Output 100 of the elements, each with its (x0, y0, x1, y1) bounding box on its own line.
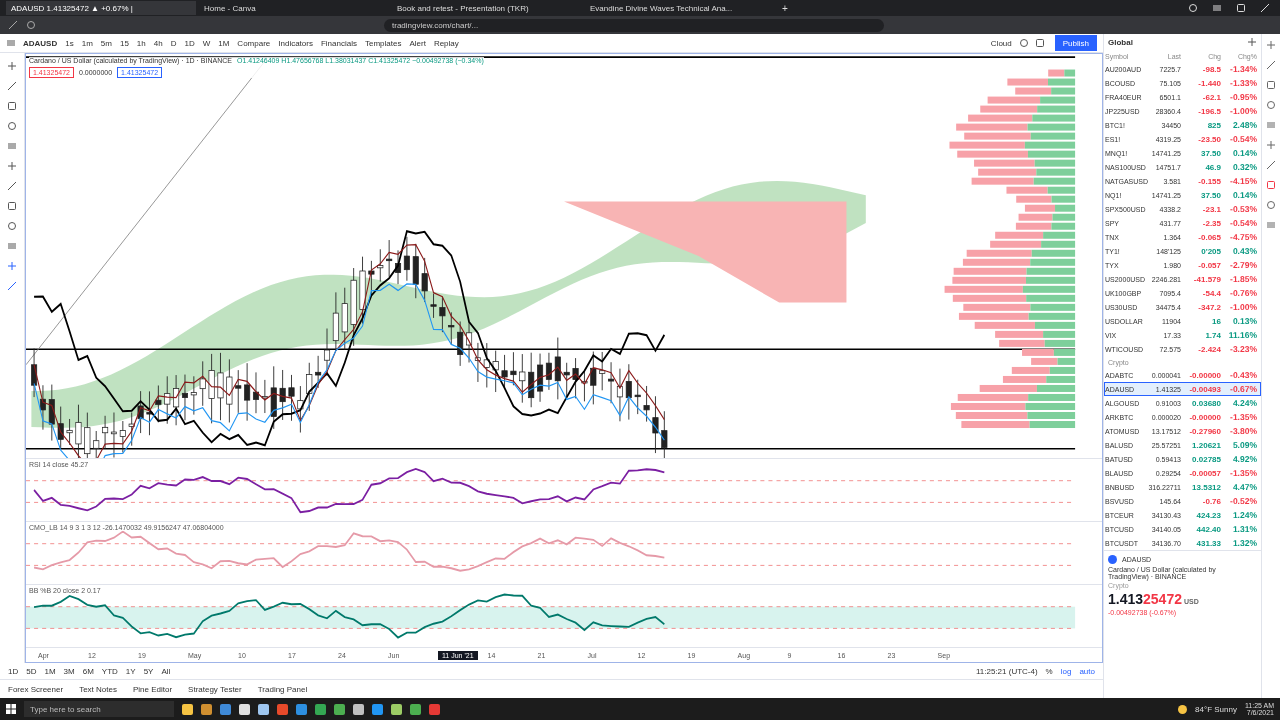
maximize-icon[interactable] (1236, 3, 1246, 13)
interval-button[interactable]: 1D (183, 38, 196, 48)
symbol-button[interactable]: ADAUSD (22, 38, 59, 48)
change-value: -0.00057 (1188, 468, 1222, 478)
app-icon[interactable] (372, 703, 383, 715)
range-button[interactable]: 5D (26, 666, 37, 676)
browser-tab[interactable]: Book and retest - Presentation (TKR) (392, 1, 582, 15)
change-value: 825 (1206, 120, 1222, 130)
change-value: 13.5312 (1191, 482, 1222, 492)
change-percent: -1.00% (1229, 302, 1258, 312)
change-value: -23.50 (1197, 134, 1222, 144)
change-value: -0.27960 (1188, 426, 1222, 436)
panel-tab[interactable]: Text Notes (79, 684, 117, 694)
range-button[interactable]: 1D (8, 666, 19, 676)
trend-line-icon[interactable] (7, 81, 17, 91)
profile-icon[interactable] (1188, 3, 1198, 13)
change-percent: -1.00% (1229, 106, 1258, 116)
range-button[interactable]: 3M (63, 666, 75, 676)
panel-tab[interactable]: Pine Editor (132, 684, 173, 694)
address-bar[interactable]: tradingview.com/chart/... (384, 18, 884, 32)
publish-button[interactable]: Publish (1054, 35, 1097, 51)
panel-tab[interactable]: Strategy Tester (188, 684, 242, 694)
change-value: 431.33 (1195, 538, 1222, 548)
change-percent: 2.48% (1231, 120, 1258, 130)
change-value: 16 (1211, 316, 1222, 326)
app-icon[interactable] (391, 703, 402, 715)
change-percent: 4.24% (1231, 398, 1258, 408)
watchlist-name[interactable]: Global (1108, 37, 1133, 47)
app-icon[interactable] (239, 703, 250, 715)
crosshair-icon[interactable] (7, 61, 17, 71)
range-button[interactable]: 1Y (125, 666, 136, 676)
change-value: -62.1 (1201, 92, 1222, 102)
new-tab-button[interactable]: + (778, 2, 792, 14)
app-icon[interactable] (334, 703, 345, 715)
change-percent: -0.67% (1229, 384, 1258, 394)
change-percent: -0.76% (1229, 288, 1258, 298)
change-value: -23.1 (1201, 204, 1222, 214)
change-value: 0'205 (1200, 246, 1222, 256)
browser-tab[interactable]: Home - Canva (199, 1, 389, 15)
weather-text[interactable]: 84°F Sunny (1195, 704, 1237, 714)
app-icon[interactable] (182, 703, 193, 715)
range-button[interactable]: YTD (101, 666, 118, 676)
panel-tab[interactable]: Forex Screener (8, 684, 64, 694)
taskbar-search[interactable]: Type here to search (24, 701, 174, 717)
toolbar-button[interactable]: Alert (408, 38, 427, 48)
change-value: -54.4 (1201, 288, 1222, 298)
clock-icon[interactable] (1266, 100, 1276, 110)
change-percent: -0.54% (1229, 134, 1258, 144)
app-icon[interactable] (410, 703, 421, 715)
app-icon[interactable] (258, 703, 269, 715)
change-value: -196.5 (1197, 106, 1222, 116)
interval-button[interactable]: 1m (80, 38, 94, 48)
change-value: 1.74 (1204, 330, 1222, 340)
add-icon[interactable] (1247, 37, 1257, 47)
panel-tab[interactable]: Trading Panel (257, 684, 308, 694)
layout-button[interactable]: Cloud (989, 38, 1013, 48)
app-icon[interactable] (315, 703, 326, 715)
coin-icon (1108, 555, 1117, 564)
interval-button[interactable]: 1M (217, 38, 231, 48)
interval-button[interactable]: 1s (64, 38, 75, 48)
toolbar-button[interactable]: Compare (236, 38, 272, 48)
toolbar-button[interactable]: Templates (363, 38, 403, 48)
change-percent: 5.09% (1231, 440, 1258, 450)
change-percent: -1.35% (1229, 412, 1258, 422)
scale-button[interactable]: log (1060, 666, 1072, 676)
change-value: -1.440 (1197, 78, 1222, 88)
interval-button[interactable]: 15 (118, 38, 130, 48)
windows-logo-icon[interactable] (6, 704, 16, 714)
interval-button[interactable]: 5m (99, 38, 113, 48)
interval-button[interactable]: W (201, 38, 212, 48)
change-value: -347.2 (1197, 302, 1222, 312)
change-value: -2.35 (1201, 218, 1222, 228)
change-percent: -0.52% (1229, 496, 1258, 506)
scale-button[interactable]: auto (1079, 666, 1095, 676)
app-icon[interactable] (353, 703, 364, 715)
change-percent: -3.80% (1229, 426, 1258, 436)
change-value: -41.579 (1192, 274, 1222, 284)
change-percent: 0.43% (1231, 246, 1258, 256)
toolbar-button[interactable]: Indicators (277, 38, 314, 48)
change-percent: -0.43% (1229, 370, 1258, 380)
range-button[interactable]: 1M (44, 666, 56, 676)
toolbar-button[interactable]: Financials (319, 38, 358, 48)
change-percent: 1.32% (1231, 538, 1258, 548)
reload-icon[interactable] (26, 20, 36, 30)
range-button[interactable]: All (161, 666, 171, 676)
change-value: 424.23 (1195, 510, 1222, 520)
browser-tab[interactable]: Evandine Divine Waves Technical Ana... (585, 1, 775, 15)
toolbar-button[interactable]: Replay (432, 38, 460, 48)
change-value: -0.155 (1197, 176, 1222, 186)
interval-button[interactable]: 4h (152, 38, 164, 48)
range-button[interactable]: 5Y (143, 666, 154, 676)
interval-button[interactable]: D (169, 38, 178, 48)
change-percent: -3.23% (1229, 344, 1258, 354)
browser-tab[interactable]: ADAUSD 1.41325472 ▲ +0.67% | (6, 1, 196, 15)
clock-text: 11:25:21 (UTC-4) (975, 666, 1038, 676)
scale-button[interactable]: % (1045, 666, 1053, 676)
app-icon[interactable] (201, 703, 212, 715)
interval-button[interactable]: 1h (135, 38, 147, 48)
range-button[interactable]: 6M (82, 666, 94, 676)
change-value: -98.5 (1201, 64, 1222, 74)
